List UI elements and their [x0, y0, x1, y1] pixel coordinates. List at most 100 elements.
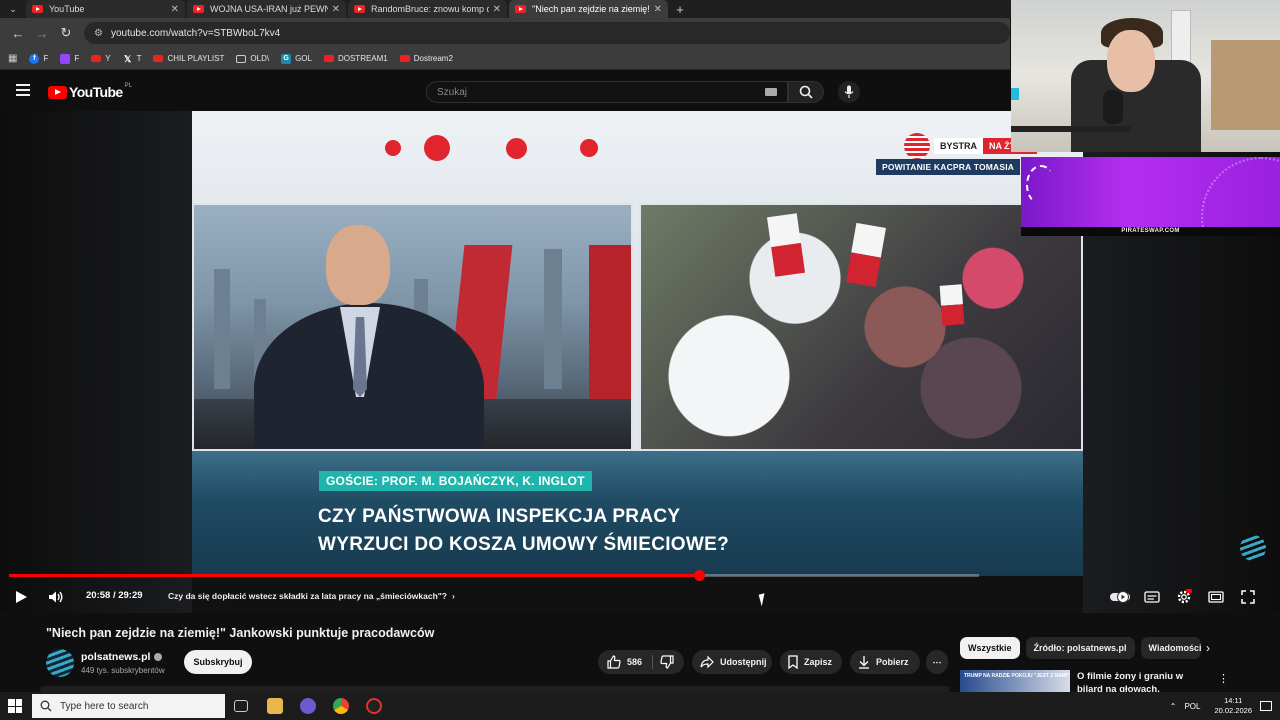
- fullscreen-button[interactable]: [1238, 587, 1258, 607]
- chip-news[interactable]: Wiadomości: [1140, 637, 1201, 659]
- subscribe-button[interactable]: Subskrybuj: [184, 650, 252, 674]
- recommended-title[interactable]: O filmie żony i graniu w bilard na głowa…: [1077, 670, 1207, 692]
- bookmark-youtube[interactable]: Y: [91, 54, 111, 63]
- task-view-icon[interactable]: [234, 700, 248, 712]
- chip-all[interactable]: Wszystkie: [960, 637, 1020, 659]
- more-actions-button[interactable]: ⋯: [926, 650, 948, 674]
- bookmarks-bar: ▦ fF F Y 𝕏T CHIL PLAYLIST OLD\ G GOL DOST…: [0, 48, 1010, 70]
- channel-name[interactable]: polsatnews.pl: [81, 651, 163, 663]
- new-tab-icon[interactable]: +: [670, 0, 690, 18]
- player-controls: 20:58 / 29:29 Czy da się dopłacić wstecz…: [0, 581, 1280, 611]
- studio-red-panel: [589, 245, 631, 405]
- clock[interactable]: 14:11 20.02.2026: [1214, 696, 1252, 716]
- bookmark-dostream1[interactable]: DOSTREAM1: [323, 54, 388, 63]
- mute-button[interactable]: [46, 587, 66, 607]
- subtitles-button[interactable]: [1142, 587, 1162, 607]
- thumbs-up-icon: [607, 655, 621, 669]
- save-button[interactable]: Zapisz: [780, 650, 842, 674]
- recommended-thumbnail[interactable]: TRUMP NA RADZIE POKOJU "JEST Z NAMI": [960, 670, 1070, 692]
- banner-decor: [1026, 165, 1056, 205]
- tab-close-icon[interactable]: ✕: [493, 4, 501, 15]
- subscriber-count: 449 tys. subskrybentów: [81, 666, 165, 675]
- chrome-icon[interactable]: [333, 698, 349, 714]
- tab-title: RandomBruce: znowu komp do: [371, 4, 489, 14]
- chapter-title[interactable]: Czy da się dopłacić wstecz składki za la…: [168, 591, 455, 601]
- verified-icon: [154, 653, 163, 662]
- progress-scrubber[interactable]: [693, 570, 705, 581]
- bookmark-facebook[interactable]: fF: [29, 53, 48, 64]
- youtube-logo[interactable]: YouTube PL: [48, 83, 132, 100]
- bookmark-label: Y: [105, 54, 111, 63]
- windows-start-icon[interactable]: [8, 699, 22, 713]
- tab-randombruce[interactable]: RandomBruce: znowu komp do ✕: [348, 0, 507, 18]
- bookmark-chil-playlist[interactable]: CHIL PLAYLIST: [153, 54, 224, 63]
- vertical-more-icon[interactable]: ⋮: [1218, 672, 1229, 685]
- obs-icon[interactable]: [366, 698, 382, 714]
- reload-icon[interactable]: ↻: [54, 25, 78, 41]
- bookmark-label: CHIL PLAYLIST: [167, 54, 225, 63]
- decor-dot: [385, 140, 401, 156]
- site-info-icon[interactable]: ⚙: [94, 28, 103, 39]
- language-indicator[interactable]: POL: [1184, 702, 1200, 711]
- news-anchor: [254, 225, 494, 449]
- background-shelf: [1211, 40, 1280, 130]
- discord-icon[interactable]: [300, 698, 316, 714]
- fullscreen-icon: [1241, 590, 1255, 604]
- like-button[interactable]: [607, 655, 621, 669]
- bookmark-old[interactable]: OLD\: [236, 54, 269, 63]
- play-button[interactable]: [11, 587, 31, 607]
- file-explorer-icon[interactable]: [267, 698, 283, 714]
- folder-icon: [236, 54, 247, 63]
- chapter-text: Czy da się dopłacić wstecz składki za la…: [168, 591, 447, 601]
- share-icon: [700, 656, 714, 668]
- chevron-up-icon[interactable]: ⌃: [1170, 702, 1177, 711]
- studio-panel: [192, 203, 633, 451]
- apps-grid-icon[interactable]: ▦: [8, 53, 17, 64]
- tab-title: "Niech pan zejdzie na ziemię!": [532, 4, 650, 14]
- bookmark-gol[interactable]: G GOL: [281, 53, 312, 64]
- tab-close-icon[interactable]: ✕: [332, 4, 340, 15]
- search-input[interactable]: Szukaj: [426, 81, 788, 103]
- tab-youtube[interactable]: YouTube ✕: [26, 0, 185, 18]
- url-field[interactable]: ⚙ youtube.com/watch?v=STBWboL7kv4: [84, 22, 1010, 44]
- notification-icon[interactable]: [1260, 701, 1272, 711]
- voice-search-button[interactable]: [838, 81, 860, 103]
- hamburger-menu-icon[interactable]: [16, 84, 30, 96]
- headline-line-2: WYRZUCI DO KOSZA UMOWY ŚMIECIOWE?: [318, 534, 729, 555]
- tab-close-icon[interactable]: ✕: [171, 4, 179, 15]
- tab-close-icon[interactable]: ✕: [654, 4, 662, 15]
- bookmark-label: DOSTREAM1: [337, 54, 388, 63]
- settings-button[interactable]: [1174, 587, 1194, 607]
- autoplay-toggle[interactable]: [1109, 587, 1131, 607]
- bookmark-twitch[interactable]: F: [60, 53, 79, 64]
- back-arrow-icon[interactable]: ←: [6, 26, 30, 41]
- keyboard-icon[interactable]: [765, 88, 777, 96]
- forward-arrow-icon[interactable]: →: [30, 26, 54, 41]
- subtitles-icon: [1144, 591, 1160, 603]
- video-title: "Niech pan zejdzie na ziemię!" Jankowski…: [46, 626, 435, 640]
- bookmark-x[interactable]: 𝕏T: [123, 54, 142, 64]
- mic-arm: [1011, 126, 1131, 132]
- chevron-right-icon[interactable]: ›: [1206, 641, 1210, 655]
- video-frame[interactable]: BYSTRA NA ŻYWO POWITANIE KACPRA TOMASIA: [192, 111, 1083, 576]
- like-divider: [652, 655, 653, 669]
- autoplay-toggle-icon: [1110, 591, 1130, 603]
- share-button[interactable]: Udostępnij: [692, 650, 772, 674]
- search-button[interactable]: [788, 81, 824, 103]
- taskbar-search-input[interactable]: Type here to search: [32, 694, 225, 718]
- decor-dot: [424, 135, 450, 161]
- chip-source[interactable]: Źródło: polsatnews.pl: [1025, 637, 1135, 659]
- download-label: Pobierz: [876, 657, 909, 667]
- miniplayer-button[interactable]: [1206, 587, 1226, 607]
- channel-avatar[interactable]: [46, 649, 74, 677]
- tab-current-video[interactable]: "Niech pan zejdzie na ziemię!" ✕: [509, 0, 668, 18]
- progress-bar[interactable]: [9, 570, 979, 581]
- tab-wojna[interactable]: WOJNA USA-IRAN już PEWNA ✕: [187, 0, 346, 18]
- streamer-microphone: [1103, 90, 1123, 124]
- dislike-button[interactable]: [660, 655, 674, 671]
- download-button[interactable]: Pobierz: [850, 650, 920, 674]
- x-icon: 𝕏: [123, 53, 132, 64]
- tab-search-icon[interactable]: ⌄: [0, 0, 26, 18]
- background-object: [1011, 88, 1019, 100]
- bookmark-dostream2[interactable]: Dostream2: [399, 54, 453, 63]
